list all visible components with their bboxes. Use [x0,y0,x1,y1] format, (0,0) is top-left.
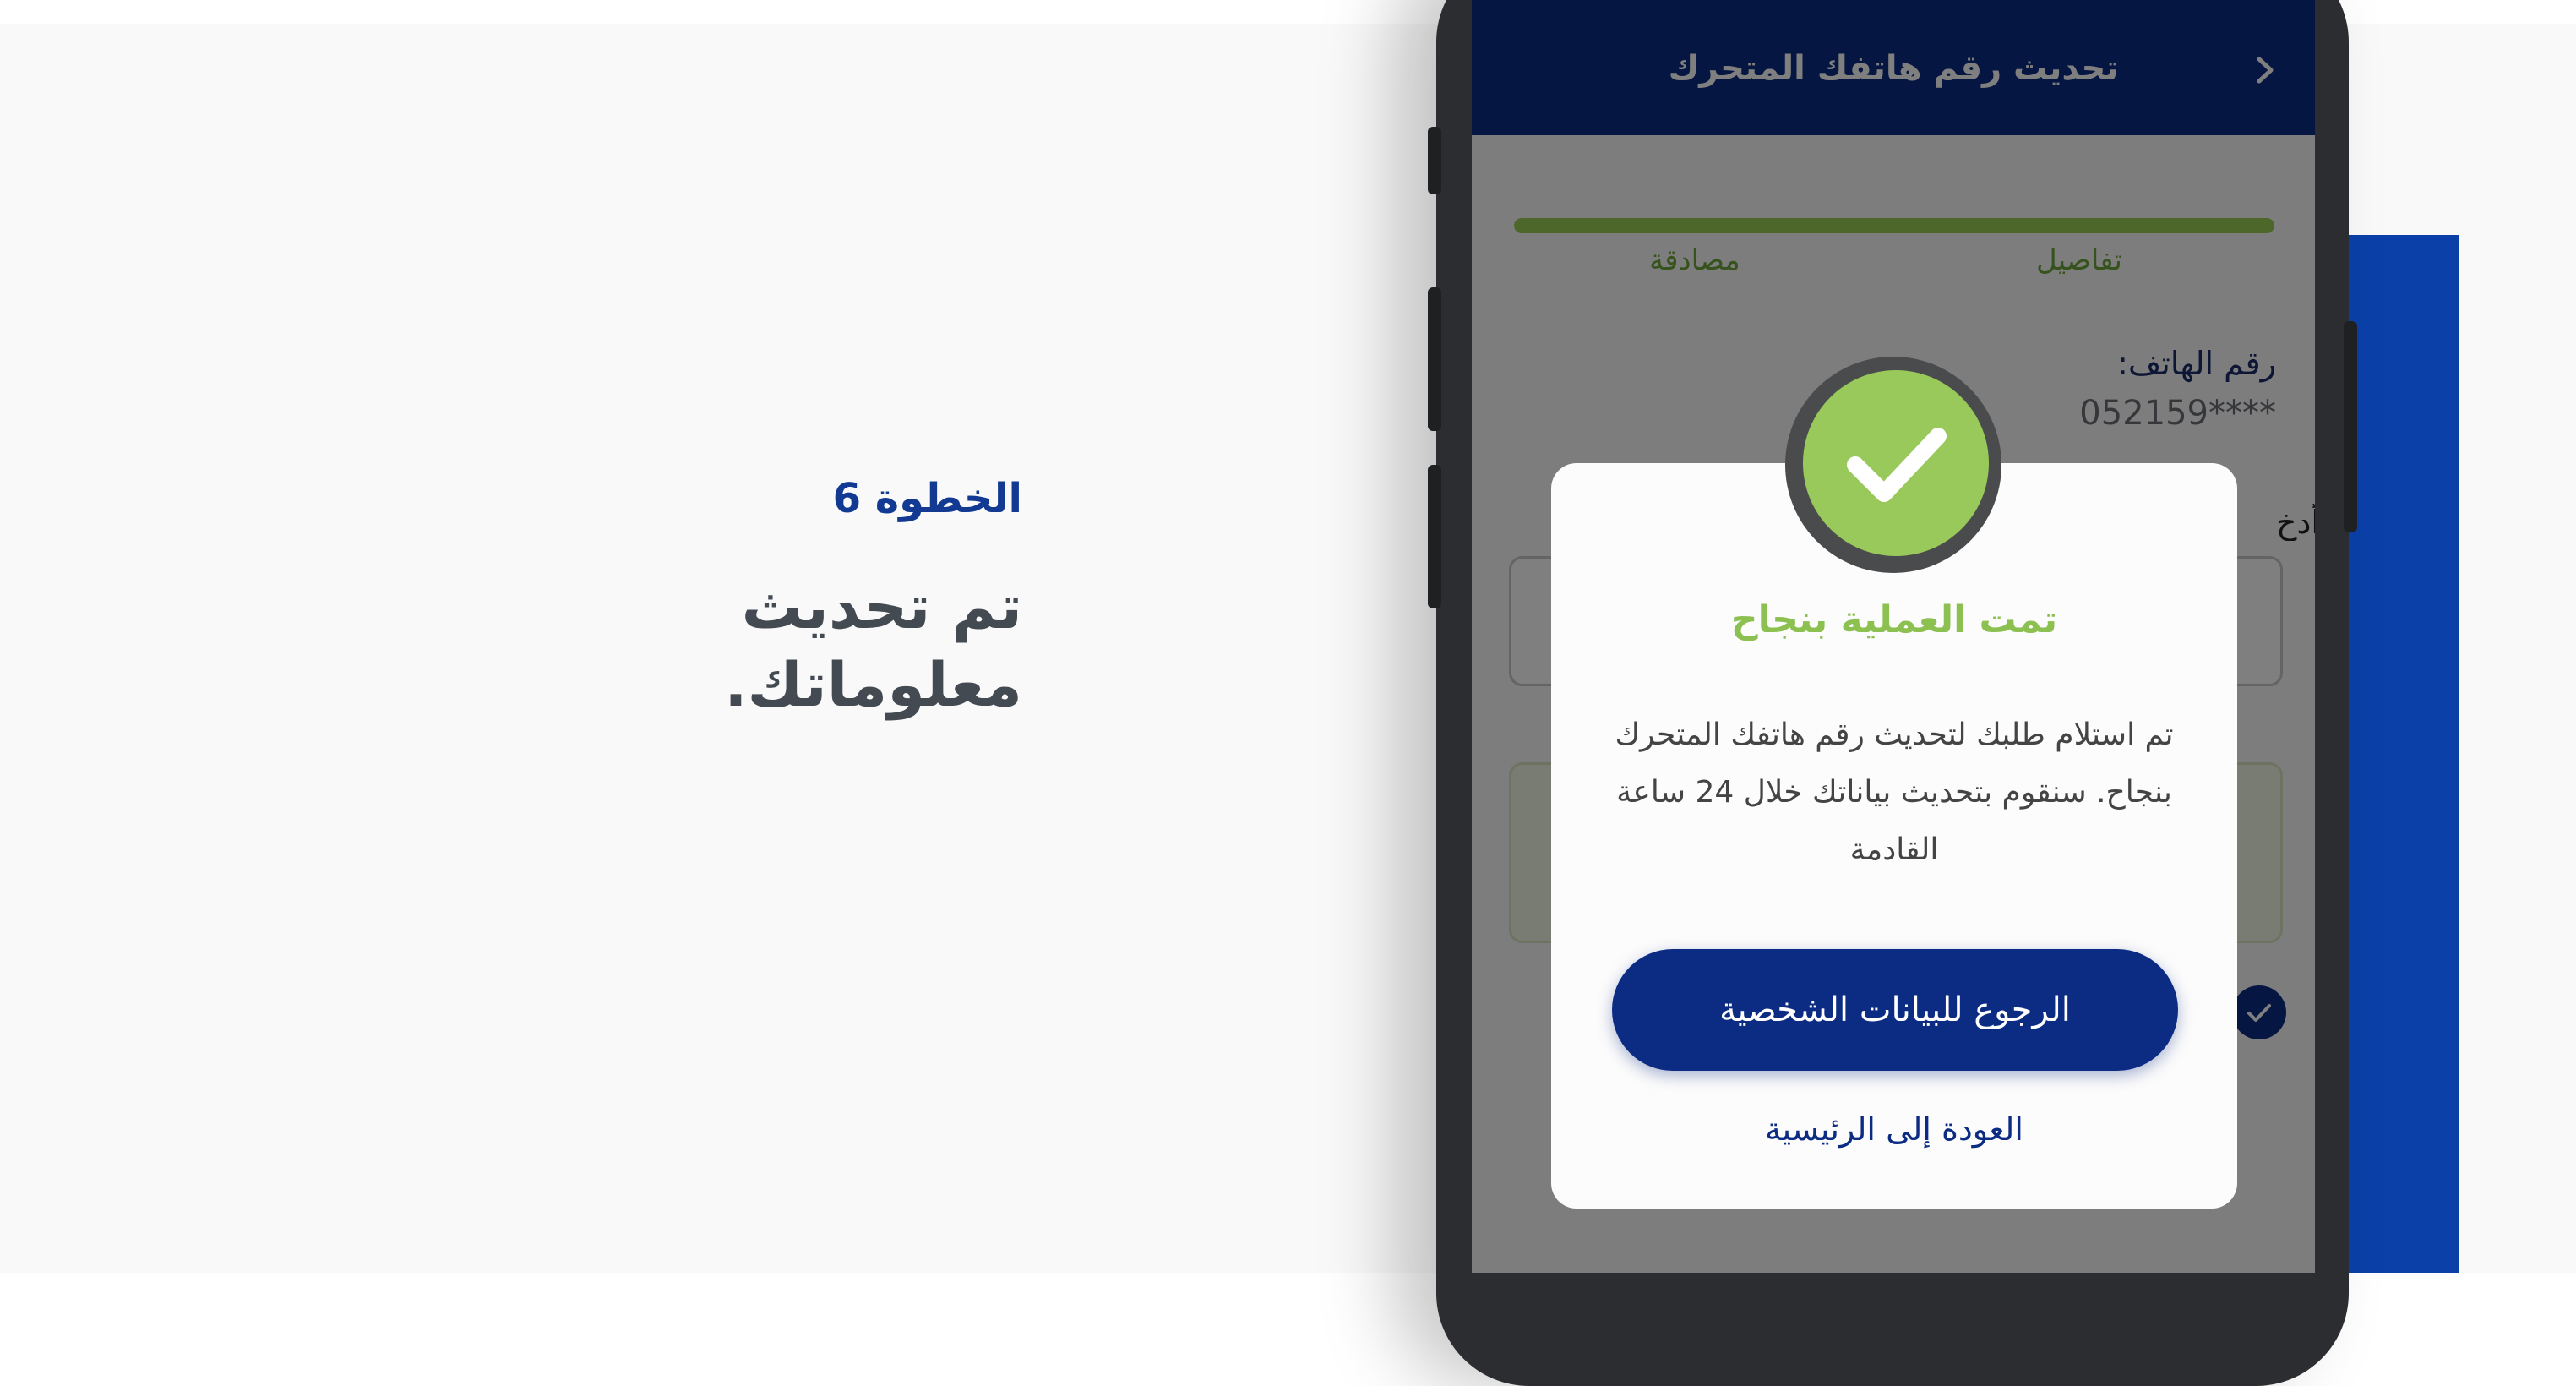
step-label: الخطوة 6 [832,475,1022,522]
phone-side-button [1428,127,1441,194]
phone-power-button [2344,321,2357,532]
step-description: الخطوة 6 تم تحديث معلوماتك. [591,473,1022,723]
step-title: تم تحديث معلوماتك. [724,571,1022,720]
back-to-personal-data-button[interactable]: الرجوع للبيانات الشخصية [1612,949,2178,1071]
phone-screen: تحديث رقم هاتفك المتحرك تفاصيل مصادقة رق… [1472,0,2315,1273]
modal-message: تم استلام طلبك لتحديث رقم هاتفك المتحرك … [1615,718,2174,867]
phone-volume-down [1428,465,1441,608]
checkmark-icon [1803,370,1989,556]
modal-title: تمت العملية بنجاح [1730,598,2058,641]
phone-volume-up [1428,287,1441,431]
back-to-home-link[interactable]: العودة إلى الرئيسية [1551,1110,2237,1148]
